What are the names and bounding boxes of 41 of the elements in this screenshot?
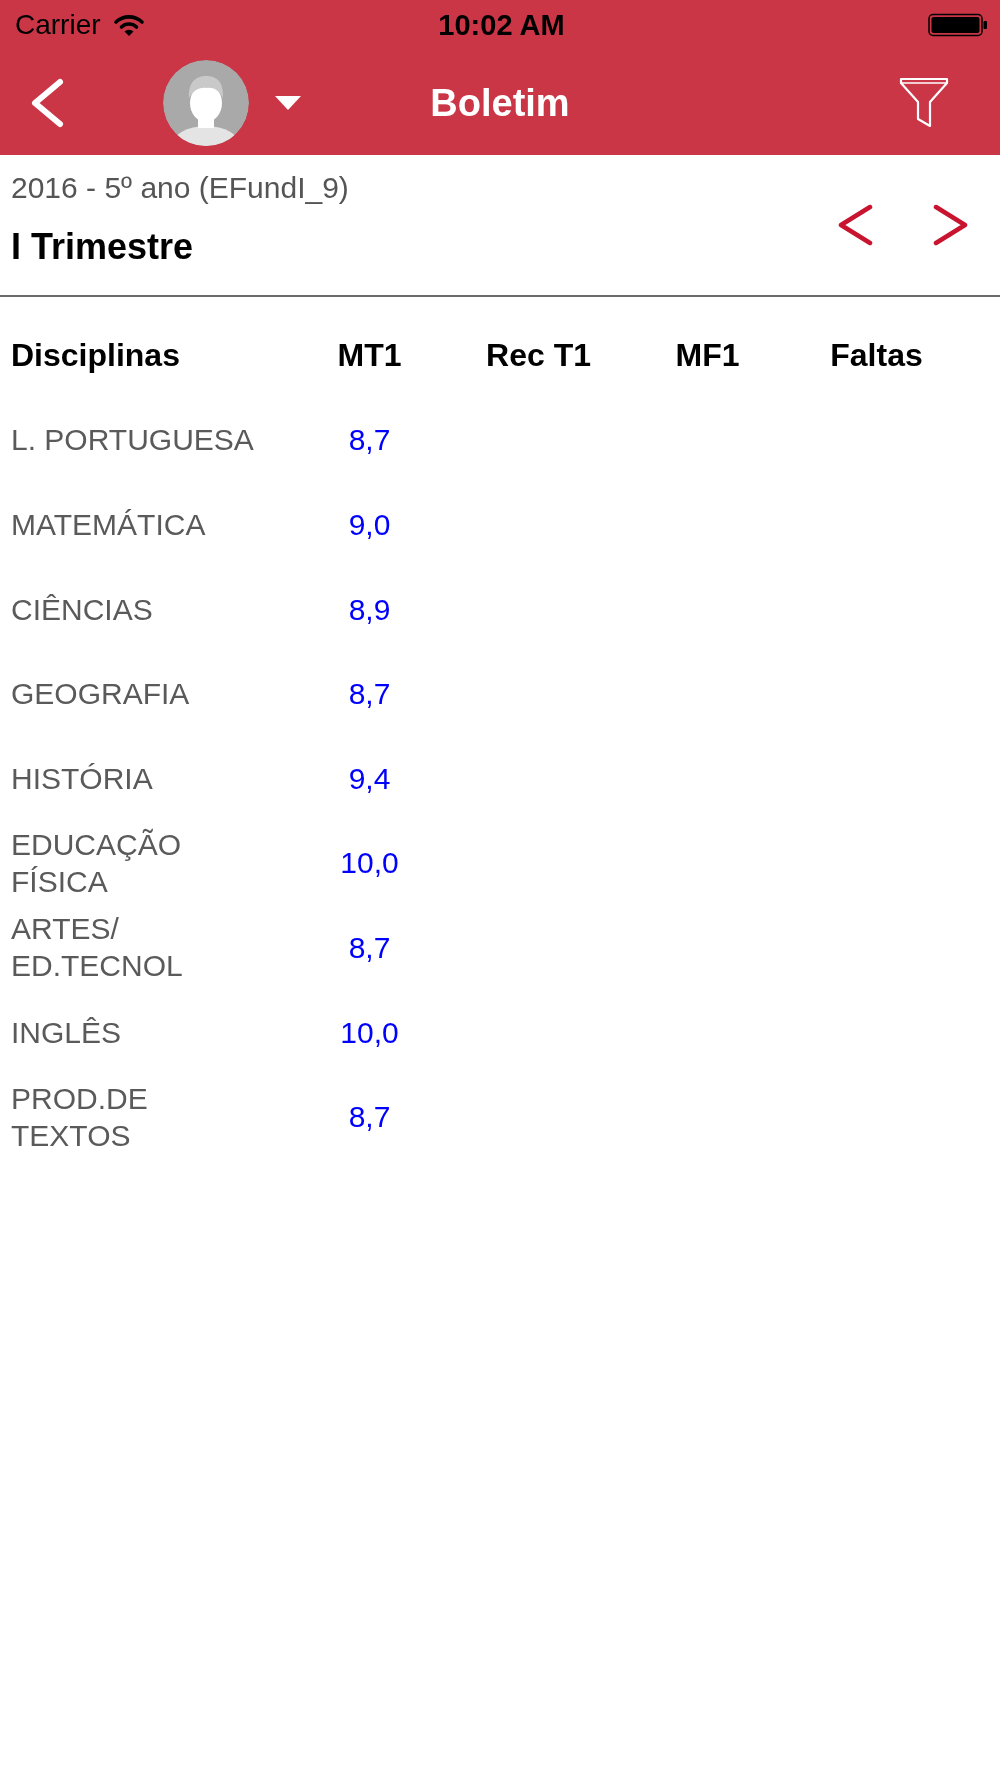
previous-button[interactable] [837, 204, 873, 246]
chevron-left-icon [837, 204, 873, 246]
next-button[interactable] [933, 204, 969, 246]
back-button[interactable] [29, 77, 65, 128]
wifi-icon [112, 13, 145, 37]
avatar-icon [163, 59, 249, 146]
column-header: Disciplinas [11, 336, 180, 375]
grade-value: 8,7 [348, 676, 391, 713]
battery-icon [928, 13, 988, 37]
grade-value: 9,4 [348, 760, 391, 797]
grade-value: 8,7 [348, 929, 391, 966]
grade-value: 10,0 [340, 845, 399, 882]
profile-selector[interactable] [163, 59, 301, 146]
subject-name: PROD.DE TEXTOS [11, 1080, 149, 1154]
column-header: MT1 [337, 336, 402, 375]
column-header: Faltas [830, 336, 923, 375]
subject-name: L. PORTUGUESA [11, 422, 254, 459]
chevron-left-icon [29, 77, 65, 128]
column-header: MF1 [675, 336, 740, 375]
caret-icon [275, 95, 301, 110]
grade-value: 9,0 [348, 507, 391, 543]
subject-name: HISTÓRIA [11, 760, 153, 797]
grade-value: 10,0 [340, 1014, 399, 1051]
chevron-right-icon [933, 204, 969, 246]
grade-value: 8,7 [348, 422, 391, 459]
subject-name: ARTES/ED.TECNOL [11, 911, 184, 985]
filter-button[interactable] [899, 76, 949, 129]
nav-title: Boletim [430, 80, 570, 125]
period-title: I Trimestre [11, 226, 195, 267]
subject-name: MATEMÁTICA [11, 507, 206, 543]
subject-name: INGLÊS [11, 1014, 122, 1051]
status-time: 10:02 AM [438, 9, 565, 41]
carrier-label: Carrier [15, 9, 101, 41]
grade-value: 8,9 [348, 591, 391, 628]
subject-name: CIÊNCIAS [11, 591, 153, 628]
subject-name: GEOGRAFIA [11, 676, 190, 713]
class-label: 2016 - 5º ano (EFundI_9) [11, 169, 349, 206]
filter-icon [899, 76, 949, 129]
column-header: Rec T1 [486, 336, 591, 375]
grade-value: 8,7 [348, 1099, 391, 1136]
subject-name: EDUCAÇÃO FÍSICA [11, 826, 183, 900]
